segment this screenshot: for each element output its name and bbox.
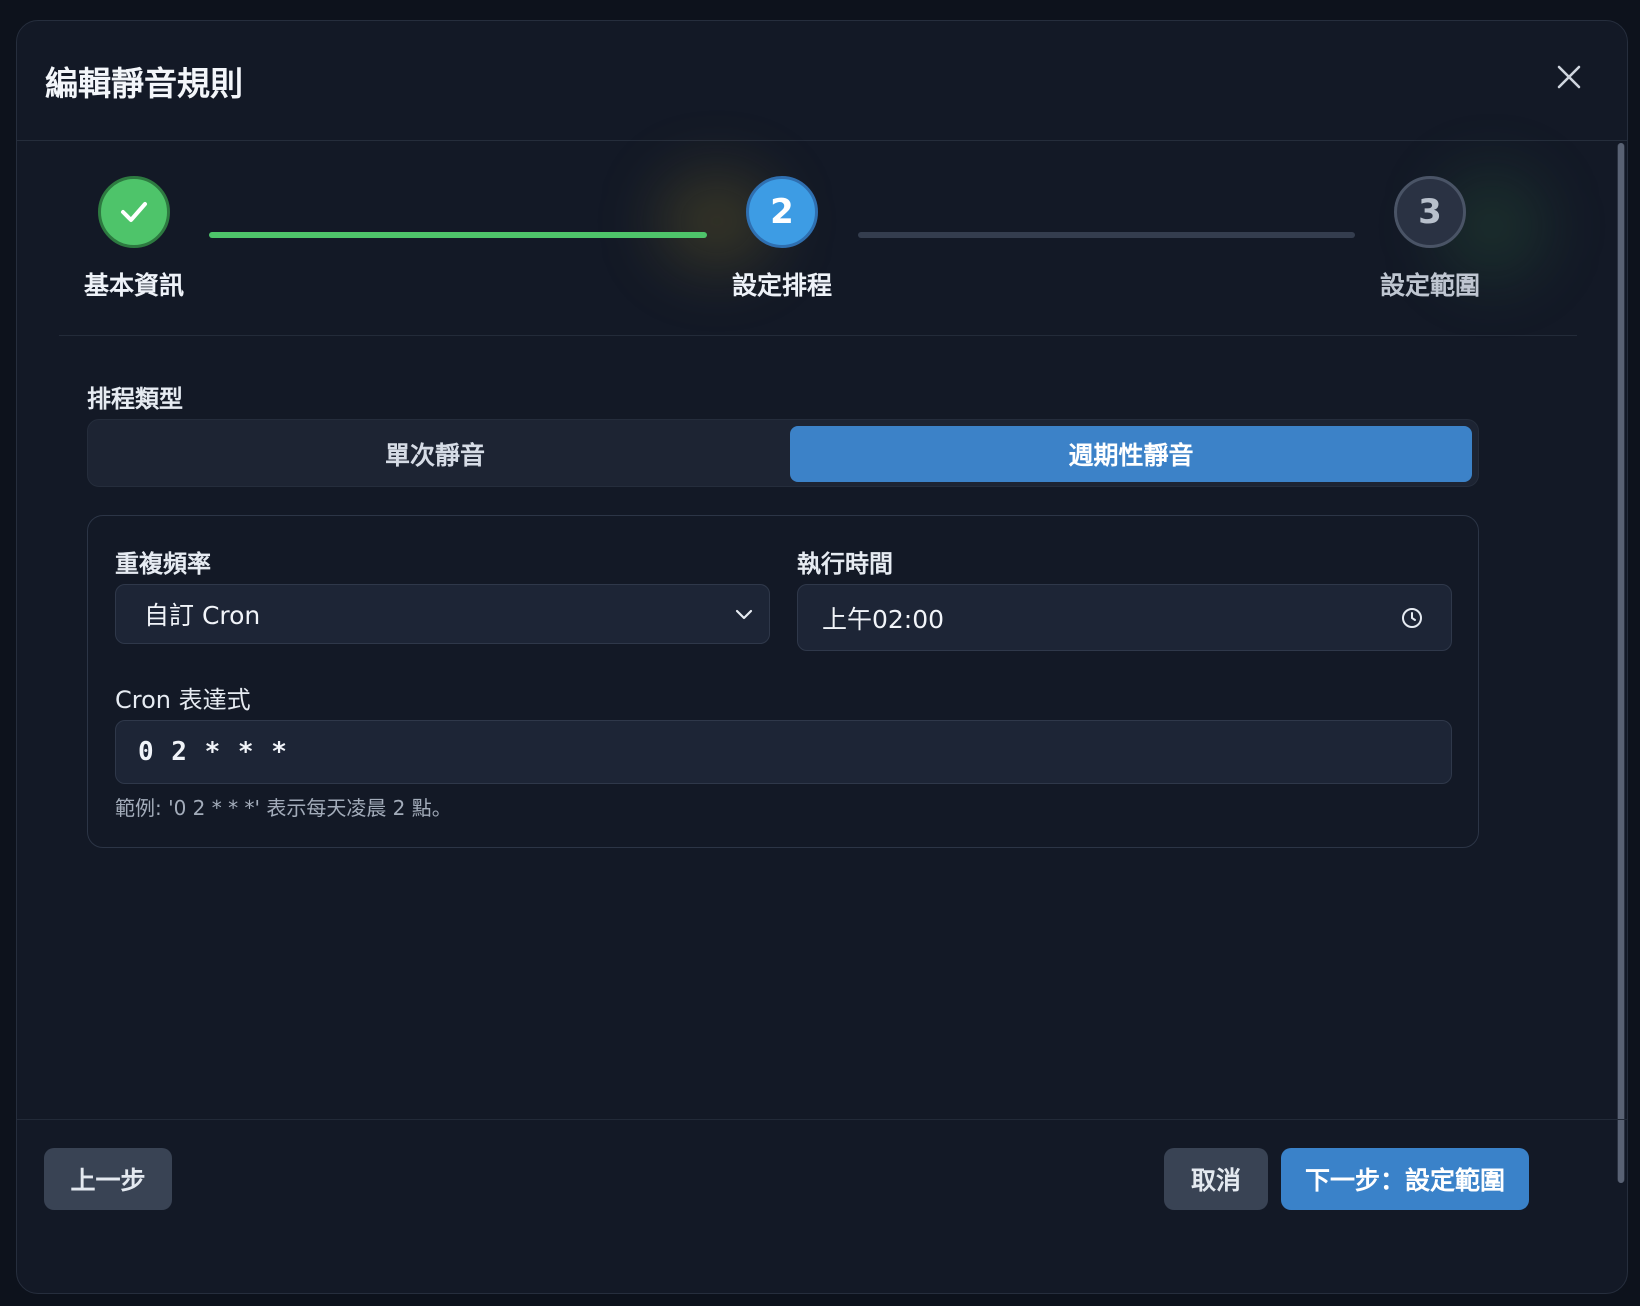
step-scope[interactable]: 3 設定範圍: [1360, 176, 1500, 302]
frequency-select[interactable]: 自訂 Cron: [115, 584, 770, 644]
dialog-title: 編輯靜音規則: [45, 64, 243, 103]
step-connector-pending: [858, 232, 1355, 238]
next-step-button[interactable]: 下一步：設定範圍: [1281, 1148, 1529, 1210]
recurring-settings-panel: 重複頻率 自訂 Cron 執行時間 上午02:00 Cron 表達式 0 2 *…: [87, 515, 1479, 848]
exec-time-input[interactable]: 上午02:00: [797, 584, 1452, 651]
schedule-type-toggle: 單次靜音 週期性靜音: [87, 419, 1479, 487]
recurring-mute-option[interactable]: 週期性靜音: [790, 426, 1472, 482]
previous-step-button[interactable]: 上一步: [44, 1148, 172, 1210]
exec-time-label: 執行時間: [797, 550, 893, 578]
scrollbar-thumb[interactable]: [1618, 143, 1624, 1183]
dialog-footer: 上一步 取消 下一步：設定範圍: [17, 1119, 1627, 1293]
step-label: 基本資訊: [83, 271, 184, 300]
edit-mute-rule-dialog: 編輯靜音規則 基本資訊 2 設定排程 3 設定範圍 排程類型 單次靜音 週期性靜…: [16, 20, 1628, 1294]
clock-icon[interactable]: [1401, 607, 1423, 629]
one-time-mute-option[interactable]: 單次靜音: [94, 426, 776, 482]
step-circle-active: 2: [746, 176, 818, 248]
step-label: 設定範圍: [1379, 271, 1480, 300]
check-icon: [121, 202, 147, 222]
step-label: 設定排程: [731, 271, 832, 300]
dialog-header: 編輯靜音規則: [17, 21, 1627, 141]
exec-time-value: 上午02:00: [822, 604, 945, 634]
step-schedule[interactable]: 2 設定排程: [712, 176, 852, 302]
step-connector-complete: [209, 232, 707, 238]
cron-expression-input[interactable]: 0 2 * * *: [115, 720, 1452, 784]
cron-expression-value: 0 2 * * *: [138, 737, 288, 767]
close-icon: [1557, 65, 1581, 89]
cancel-button[interactable]: 取消: [1164, 1148, 1268, 1210]
cron-label: Cron 表達式: [115, 686, 251, 714]
frequency-label: 重複頻率: [115, 550, 211, 578]
step-circle-completed: [98, 176, 170, 248]
schedule-type-label: 排程類型: [87, 385, 183, 413]
divider: [59, 335, 1577, 336]
frequency-value: 自訂 Cron: [144, 601, 261, 630]
chevron-down-icon: [735, 609, 753, 620]
scrollbar[interactable]: [1617, 143, 1625, 1183]
cron-hint: 範例: '0 2 * * *' 表示每天凌晨 2 點。: [115, 796, 452, 820]
step-circle-pending: 3: [1394, 176, 1466, 248]
close-button[interactable]: [1551, 59, 1587, 95]
step-basic-info[interactable]: 基本資訊: [64, 176, 204, 302]
